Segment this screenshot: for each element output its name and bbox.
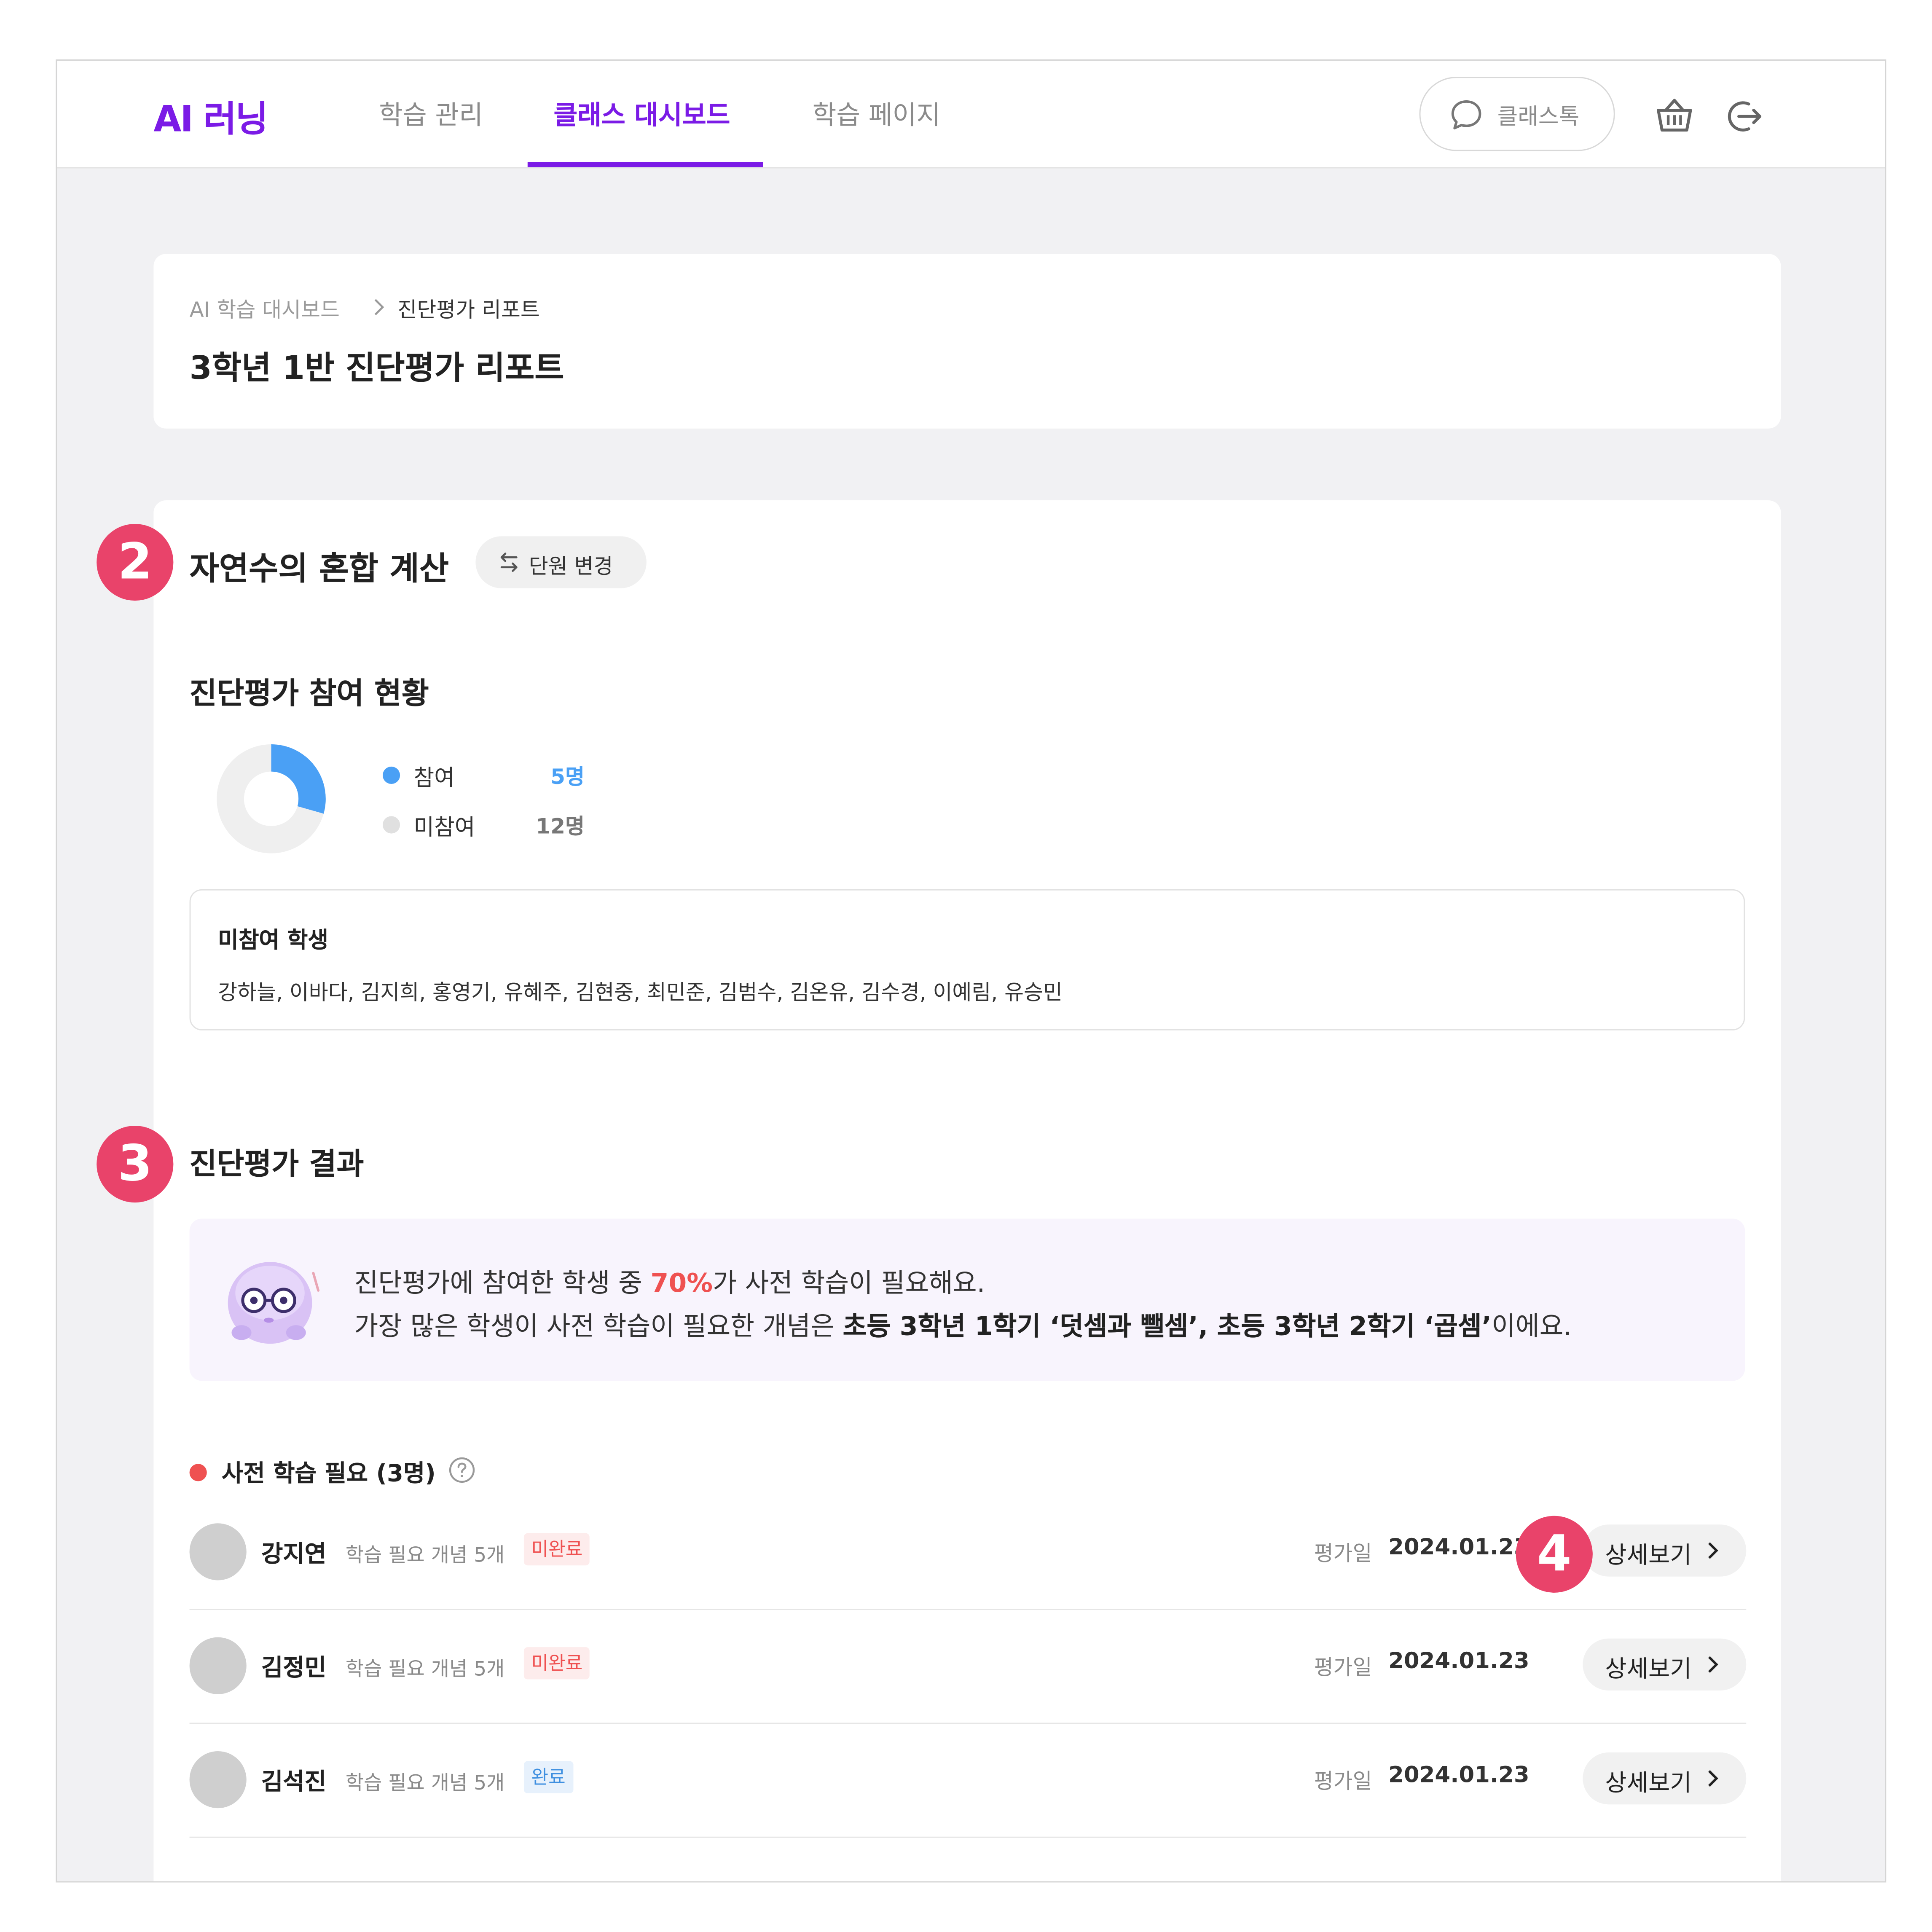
absent-students-title: 미참여 학생 xyxy=(218,927,328,954)
donut-segment-participated xyxy=(271,744,326,814)
legend-dot-not-participated xyxy=(382,816,400,834)
swap-arrows-icon xyxy=(500,553,518,572)
detail-button-label: 상세보기 xyxy=(1605,1656,1692,1683)
legend-label-participated: 참여 xyxy=(413,765,455,792)
top-navigation-bar: AI 러닝 학습 관리 클래스 대시보드 학습 페이지 클래스톡 xyxy=(57,60,1885,169)
chevron-right-icon xyxy=(1708,1656,1718,1673)
participation-donut-chart xyxy=(217,744,326,853)
chat-bubble-icon xyxy=(1451,100,1481,130)
step-marker-4: 4 xyxy=(1516,1516,1593,1593)
class-talk-label: 클래스톡 xyxy=(1497,104,1580,130)
change-unit-label: 단원 변경 xyxy=(529,555,613,580)
legend-value-not-participated: 12명 xyxy=(536,815,585,840)
step-marker-3: 3 xyxy=(97,1126,174,1203)
class-talk-button[interactable]: 클래스톡 xyxy=(1419,77,1615,151)
breadcrumb-root[interactable]: AI 학습 대시보드 xyxy=(190,292,340,323)
avatar xyxy=(189,1637,247,1694)
logout-icon[interactable] xyxy=(1725,98,1765,135)
detail-button[interactable]: 상세보기 xyxy=(1583,1752,1747,1805)
legend-label-not-participated: 미참여 xyxy=(413,815,475,841)
app-window: AI 러닝 학습 관리 클래스 대시보드 학습 페이지 클래스톡 AI 학습 대… xyxy=(56,59,1886,1883)
nav-class-dashboard[interactable]: 클래스 대시보드 xyxy=(553,95,730,132)
banner-line-1: 진단평가에 참여한 학생 중 70%가 사전 학습이 필요해요. xyxy=(354,1268,985,1298)
status-badge: 미완료 xyxy=(523,1647,590,1680)
legend-dot-participated xyxy=(382,766,400,784)
student-name: 김석진 xyxy=(261,1768,327,1796)
student-concept-count: 학습 필요 개념 5개 xyxy=(345,1657,505,1681)
chevron-right-icon xyxy=(1708,1770,1718,1787)
banner-line-2: 가장 많은 학생이 사전 학습이 필요한 개념은 초등 3학년 1학기 ‘덧셈과… xyxy=(354,1311,1572,1342)
eval-date: 2024.01.23 xyxy=(1388,1648,1530,1674)
percent-highlight: 70% xyxy=(650,1268,713,1298)
eval-date: 2024.01.23 xyxy=(1388,1534,1530,1561)
need-prelearning-title: 사전 학습 필요 (3명) xyxy=(221,1460,436,1488)
chevron-right-icon xyxy=(1708,1542,1718,1559)
avatar xyxy=(189,1523,247,1580)
results-summary-banner: 진단평가에 참여한 학생 중 70%가 사전 학습이 필요해요. 가장 많은 학… xyxy=(189,1218,1745,1381)
breadcrumb-current: 진단평가 리포트 xyxy=(397,298,540,323)
unit-title: 자연수의 혼합 계산 xyxy=(189,551,449,588)
legend-value-participated: 5명 xyxy=(550,765,585,790)
student-row: 강지연 학습 필요 개념 5개 미완료 평가일 2024.01.23 상세보기 xyxy=(189,1495,1747,1610)
status-badge: 미완료 xyxy=(523,1533,590,1566)
active-tab-indicator xyxy=(527,162,763,167)
eval-date: 2024.01.23 xyxy=(1388,1762,1530,1789)
student-name: 김정민 xyxy=(261,1654,327,1682)
detail-button[interactable]: 상세보기 xyxy=(1583,1524,1747,1577)
mascot-character-icon xyxy=(228,1262,320,1344)
detail-button-label: 상세보기 xyxy=(1605,1542,1692,1570)
eval-date-label: 평가일 xyxy=(1314,1656,1372,1681)
change-unit-button[interactable]: 단원 변경 xyxy=(475,536,647,588)
nav-learning-management[interactable]: 학습 관리 xyxy=(379,95,483,132)
student-concept-count: 학습 필요 개념 5개 xyxy=(345,1771,505,1795)
breadcrumb-chevron-icon xyxy=(374,299,384,316)
participation-title: 진단평가 참여 현황 xyxy=(189,676,429,711)
status-badge: 완료 xyxy=(523,1761,573,1793)
absent-students-list: 강하늘, 이바다, 김지희, 홍영기, 유혜주, 김현중, 최민준, 김범수, … xyxy=(218,981,1063,1006)
detail-button-label: 상세보기 xyxy=(1605,1770,1692,1797)
concept-highlight: 초등 3학년 1학기 ‘덧셈과 뺄셈’, 초등 3학년 2학기 ‘곱셈’ xyxy=(843,1311,1492,1342)
eval-date-label: 평가일 xyxy=(1314,1770,1372,1795)
detail-button[interactable]: 상세보기 xyxy=(1583,1638,1747,1690)
report-title-card: AI 학습 대시보드 진단평가 리포트 3학년 1반 진단평가 리포트 xyxy=(153,254,1781,429)
avatar xyxy=(189,1751,247,1809)
student-concept-count: 학습 필요 개념 5개 xyxy=(345,1543,505,1567)
absent-students-box: 미참여 학생 강하늘, 이바다, 김지희, 홍영기, 유혜주, 김현중, 최민준… xyxy=(189,889,1745,1030)
stage: AI 러닝 학습 관리 클래스 대시보드 학습 페이지 클래스톡 AI 학습 대… xyxy=(0,0,1932,1932)
app-logo[interactable]: AI 러닝 xyxy=(153,91,268,142)
help-question-icon[interactable] xyxy=(448,1457,476,1484)
step-marker-2: 2 xyxy=(97,523,174,601)
need-status-dot xyxy=(189,1464,207,1481)
page-title: 3학년 1반 진단평가 리포트 xyxy=(189,350,564,388)
student-name: 강지연 xyxy=(261,1540,327,1568)
student-row: 김석진 학습 필요 개념 5개 완료 평가일 2024.01.23 상세보기 xyxy=(189,1723,1747,1838)
results-title: 진단평가 결과 xyxy=(189,1147,364,1182)
nav-learning-page[interactable]: 학습 페이지 xyxy=(813,95,940,132)
basket-icon[interactable] xyxy=(1655,97,1694,134)
eval-date-label: 평가일 xyxy=(1314,1542,1372,1567)
student-row: 김정민 학습 필요 개념 5개 미완료 평가일 2024.01.23 상세보기 xyxy=(189,1609,1747,1724)
